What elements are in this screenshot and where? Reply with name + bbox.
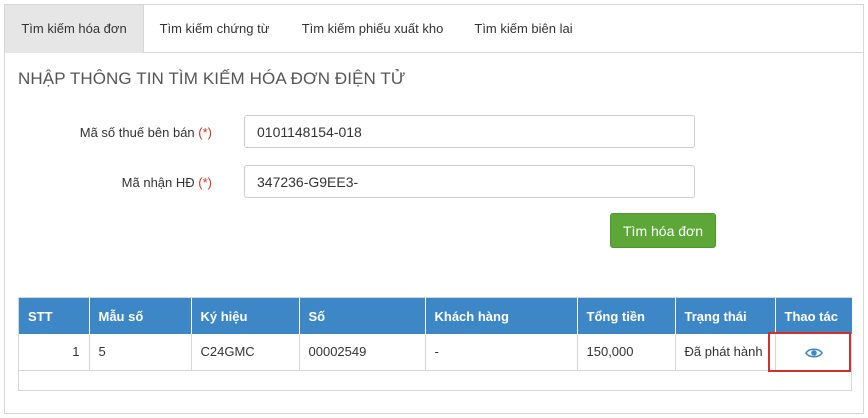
tab-invoice-search[interactable]: Tìm kiếm hóa đơn xyxy=(5,5,144,53)
seller-tax-code-label: Mã số thuế bên bán (*) xyxy=(80,125,212,140)
table-row: 1 5 C24GMC 00002549 - 150,000 Đã phát hà… xyxy=(19,334,852,371)
invoice-code-label-text: Mã nhận HĐ xyxy=(121,175,195,190)
tab-receipt-search[interactable]: Tìm kiếm biên lai xyxy=(460,5,587,53)
section-title: NHẬP THÔNG TIN TÌM KIẾM HÓA ĐƠN ĐIỆN TỬ xyxy=(18,69,406,88)
cell-thao-tac xyxy=(775,334,852,371)
table-header-row: STT Mẫu số Ký hiệu Số Khách hàng Tổng ti… xyxy=(19,298,852,334)
seller-tax-code-label-text: Mã số thuế bên bán xyxy=(79,125,195,140)
header-tong-tien: Tổng tiền xyxy=(577,298,676,334)
invoice-code-label: Mã nhận HĐ (*) xyxy=(122,175,212,190)
required-mark: (*) xyxy=(198,125,212,140)
header-stt: STT xyxy=(19,298,90,334)
cell-mau-so: 5 xyxy=(89,334,192,371)
cell-khach-hang: - xyxy=(425,334,578,371)
cell-ky-hieu: C24GMC xyxy=(191,334,300,371)
eye-icon[interactable] xyxy=(804,346,823,360)
cell-stt: 1 xyxy=(19,334,90,371)
cell-so: 00002549 xyxy=(299,334,426,371)
header-ky-hieu: Ký hiệu xyxy=(191,298,300,334)
invoice-code-input[interactable] xyxy=(244,165,695,198)
results-table-container: STT Mẫu số Ký hiệu Số Khách hàng Tổng ti… xyxy=(18,297,852,391)
seller-tax-code-input[interactable] xyxy=(244,115,695,148)
invoice-search-panel: Tìm kiếm hóa đơn Tìm kiếm chứng từ Tìm k… xyxy=(4,4,864,414)
tab-bar: Tìm kiếm hóa đơn Tìm kiếm chứng từ Tìm k… xyxy=(5,5,863,53)
header-mau-so: Mẫu số xyxy=(89,298,192,334)
header-thao-tac: Thao tác xyxy=(775,298,852,334)
header-trang-thai: Trạng thái xyxy=(675,298,776,334)
results-table: STT Mẫu số Ký hiệu Số Khách hàng Tổng ti… xyxy=(19,298,852,371)
header-khach-hang: Khách hàng xyxy=(425,298,578,334)
header-so: Số xyxy=(299,298,426,334)
required-mark: (*) xyxy=(198,175,212,190)
tab-warehouse-slip-search[interactable]: Tìm kiếm phiếu xuất kho xyxy=(285,5,460,53)
cell-trang-thai: Đã phát hành xyxy=(675,334,776,371)
tab-document-search[interactable]: Tìm kiếm chứng từ xyxy=(144,5,285,53)
search-invoice-button[interactable]: Tìm hóa đơn xyxy=(610,213,716,248)
cell-tong-tien: 150,000 xyxy=(577,334,676,371)
